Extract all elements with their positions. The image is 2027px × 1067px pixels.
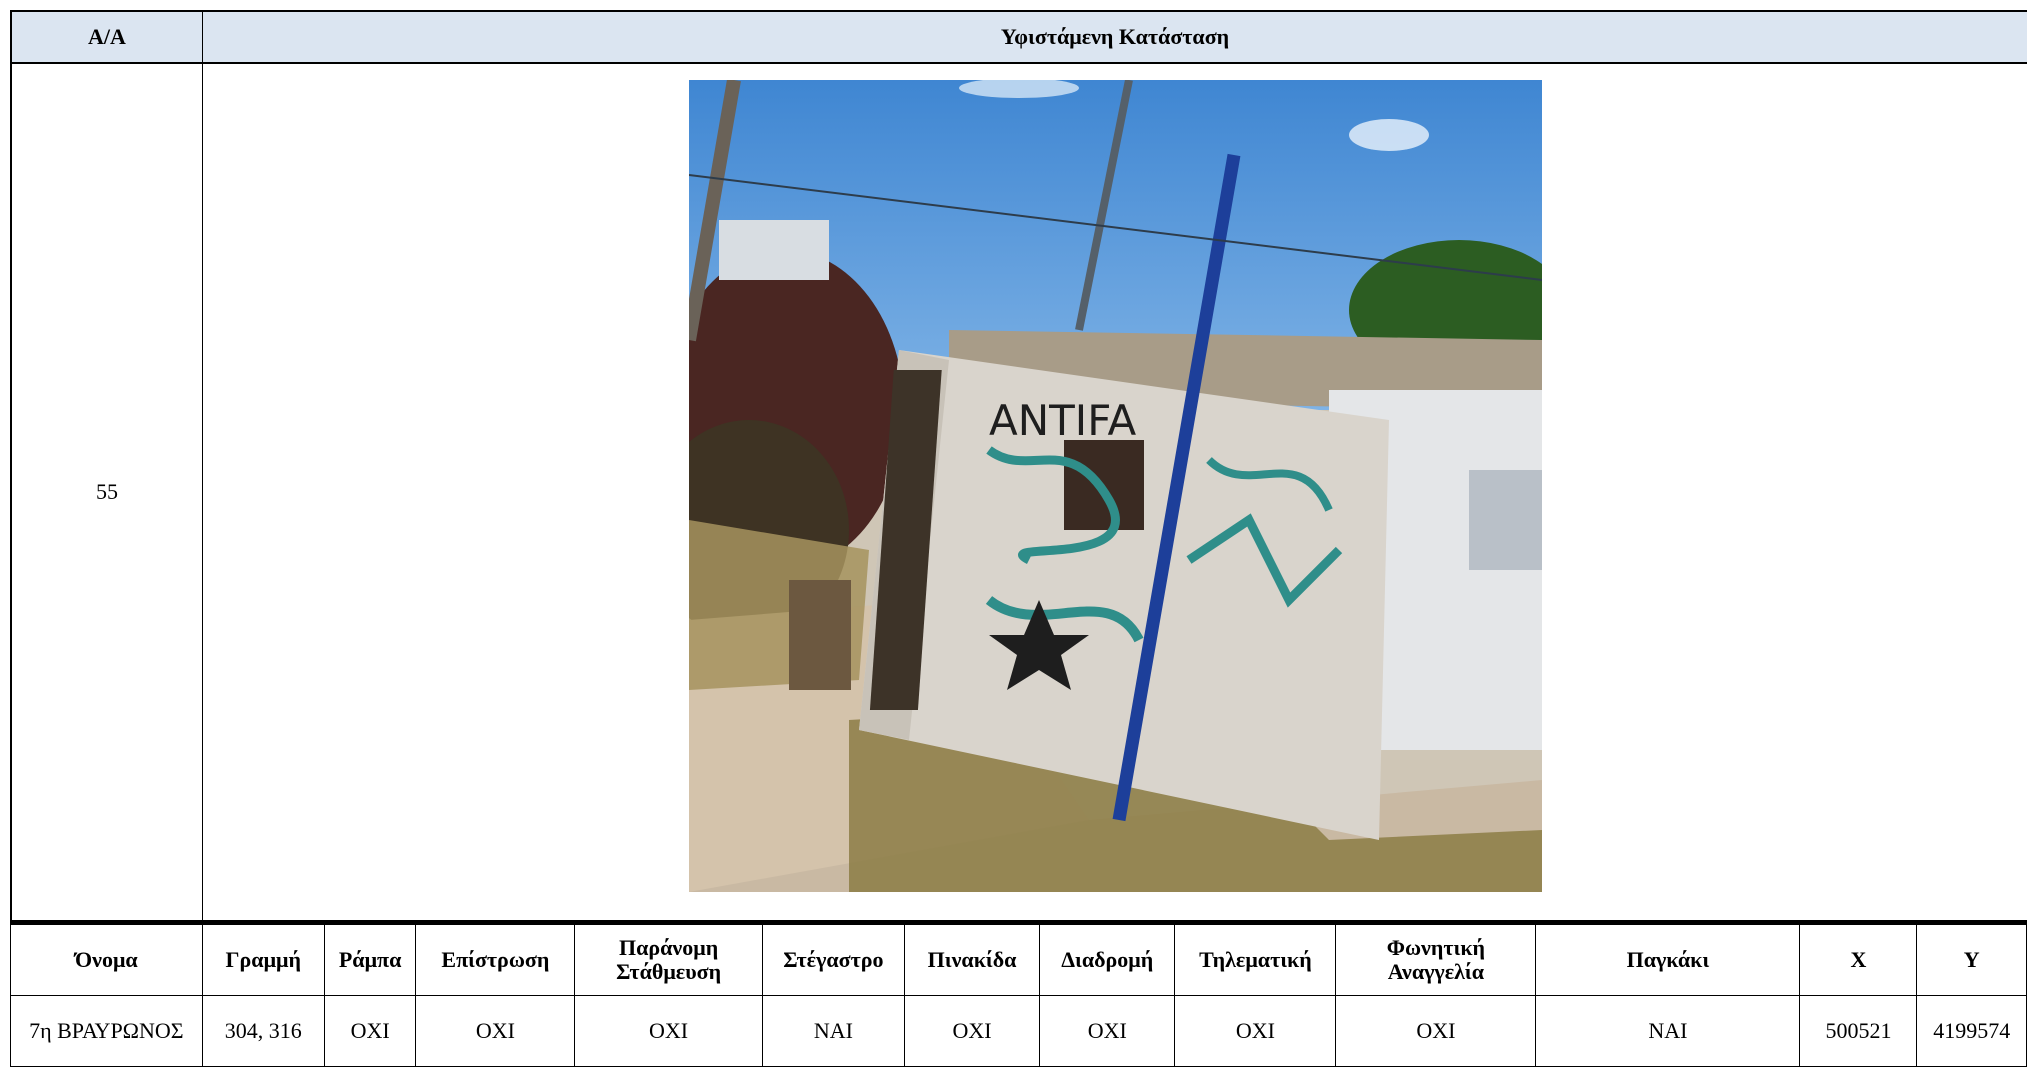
- value-voice-announcement: ΟΧΙ: [1335, 995, 1537, 1067]
- photo-cell: ANTIFA: [203, 64, 2027, 920]
- attributes-value-row: 7η ΒΡΑΥΡΩΝΟΣ 304, 316 ΟΧΙ ΟΧΙ ΟΧΙ ΝΑΙ ΟΧ…: [10, 995, 2027, 1067]
- header-row: Α/Α Υφιστάμενη Κατάσταση: [10, 10, 2027, 64]
- col-voice-announcement: Φωνητική Αναγγελία: [1335, 920, 1537, 996]
- stop-record-table: Α/Α Υφιστάμενη Κατάσταση 55 ANTIFA: [10, 10, 2027, 920]
- value-route: ΟΧΙ: [1039, 995, 1176, 1067]
- col-shelter: Στέγαστρο: [761, 920, 906, 996]
- attributes-table: Όνομα Γραμμή Ράμπα Επίστρωση Παράνομη Στ…: [10, 920, 2027, 1067]
- value-telematics: ΟΧΙ: [1174, 995, 1337, 1067]
- col-telematics: Τηλεματική: [1174, 920, 1337, 996]
- col-line: Γραμμή: [201, 920, 325, 996]
- bus-stop-photo: ANTIFA: [689, 80, 1542, 892]
- photo-row: 55 ANTIFA: [10, 64, 2027, 920]
- value-illegal-parking: ΟΧΙ: [574, 995, 763, 1067]
- value-sign: ΟΧΙ: [903, 995, 1041, 1067]
- attributes-header-row: Όνομα Γραμμή Ράμπα Επίστρωση Παράνομη Στ…: [10, 920, 2027, 996]
- current-state-header: Υφιστάμενη Κατάσταση: [203, 10, 2027, 64]
- col-paving: Επίστρωση: [415, 920, 576, 996]
- value-paving: ΟΧΙ: [415, 995, 576, 1067]
- row-number: 55: [10, 64, 203, 920]
- value-line: 304, 316: [201, 995, 325, 1067]
- value-bench: ΝΑΙ: [1535, 995, 1801, 1067]
- value-name: 7η ΒΡΑΥΡΩΝΟΣ: [10, 995, 203, 1067]
- col-name: Όνομα: [10, 920, 203, 996]
- col-ramp: Ράμπα: [323, 920, 417, 996]
- col-x: Χ: [1799, 920, 1918, 996]
- value-shelter: ΝΑΙ: [761, 995, 906, 1067]
- value-x: 500521: [1799, 995, 1918, 1067]
- col-bench: Παγκάκι: [1535, 920, 1801, 996]
- col-illegal-parking: Παράνομη Στάθμευση: [574, 920, 763, 996]
- value-y: 4199574: [1916, 995, 2027, 1067]
- graffiti-text: ANTIFA: [989, 396, 1136, 445]
- value-ramp: ΟΧΙ: [323, 995, 417, 1067]
- col-sign: Πινακίδα: [903, 920, 1041, 996]
- col-route: Διαδρομή: [1039, 920, 1176, 996]
- aa-header: Α/Α: [10, 10, 203, 64]
- col-y: Υ: [1916, 920, 2027, 996]
